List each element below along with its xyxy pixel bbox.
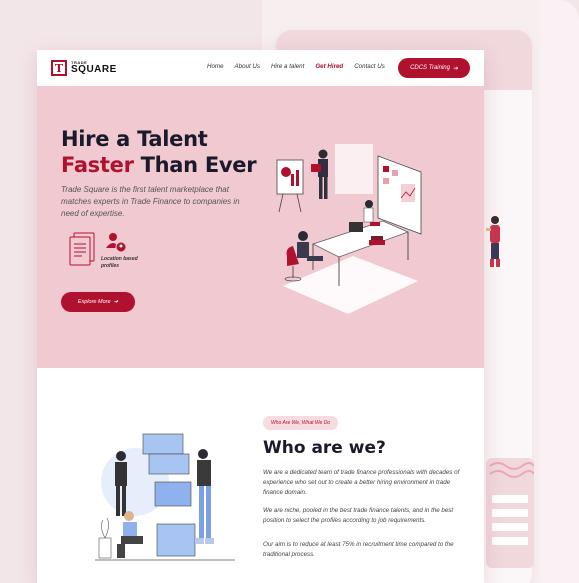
feature-label: Location based profiles	[101, 256, 138, 269]
cdcs-training-label: CDCS Training	[410, 65, 450, 71]
nav-link-hire-talent[interactable]: Hire a talent	[271, 63, 304, 70]
logo[interactable]: T TRADE SQUARE	[51, 60, 117, 76]
about-section: Who Are We, What We Do Who are we? We ar…	[37, 368, 484, 583]
logo-bottom-text: SQUARE	[71, 64, 117, 75]
nav-link-about[interactable]: About Us	[235, 63, 260, 70]
about-team-illustration	[95, 433, 235, 561]
hero-title: Hire a Talent Faster Than Ever	[61, 126, 257, 178]
location-person-icon	[106, 233, 127, 253]
main-page: T TRADE SQUARE Home About Us Hire a tale…	[37, 50, 484, 583]
hero-title-line1: Hire a Talent	[61, 127, 208, 151]
document-icon	[69, 232, 95, 266]
explore-more-button[interactable]: Explore More ➔	[61, 292, 135, 312]
about-paragraph-1: We are a dedicated team of trade finance…	[263, 469, 460, 496]
nav-link-contact[interactable]: Contact Us	[354, 63, 385, 70]
section-tag: Who Are We, What We Do	[263, 416, 339, 430]
navbar: T TRADE SQUARE Home About Us Hire a tale…	[37, 50, 484, 86]
hero-office-illustration	[276, 144, 422, 314]
hero-section: Hire a Talent Faster Than Ever Trade Squ…	[37, 86, 484, 368]
background-form-card	[486, 458, 535, 568]
cdcs-training-button[interactable]: CDCS Training ➔	[398, 58, 470, 78]
hero-title-accent: Faster	[61, 153, 134, 177]
arrow-right-icon: ➔	[452, 65, 458, 72]
background-card-right	[540, 0, 579, 583]
nav-link-get-hired[interactable]: Get Hired	[315, 63, 343, 70]
arrow-right-icon: ➔	[113, 299, 119, 305]
hero-description: Trade Square is the first talent marketp…	[61, 185, 240, 218]
background-person-illustration	[484, 214, 506, 275]
about-paragraph-3: Our aim is to reduce at least 75% in rec…	[263, 541, 454, 558]
nav-link-home[interactable]: Home	[207, 63, 224, 70]
hero-title-rest: Than Ever	[133, 153, 257, 177]
about-title: Who are we?	[263, 438, 386, 458]
explore-more-label: Explore More	[77, 299, 111, 305]
about-paragraph-2: We are niche, pooled in the best trade f…	[263, 507, 454, 524]
logo-mark: T	[51, 60, 67, 76]
nav-links: Home About Us Hire a talent Get Hired Co…	[207, 63, 385, 70]
